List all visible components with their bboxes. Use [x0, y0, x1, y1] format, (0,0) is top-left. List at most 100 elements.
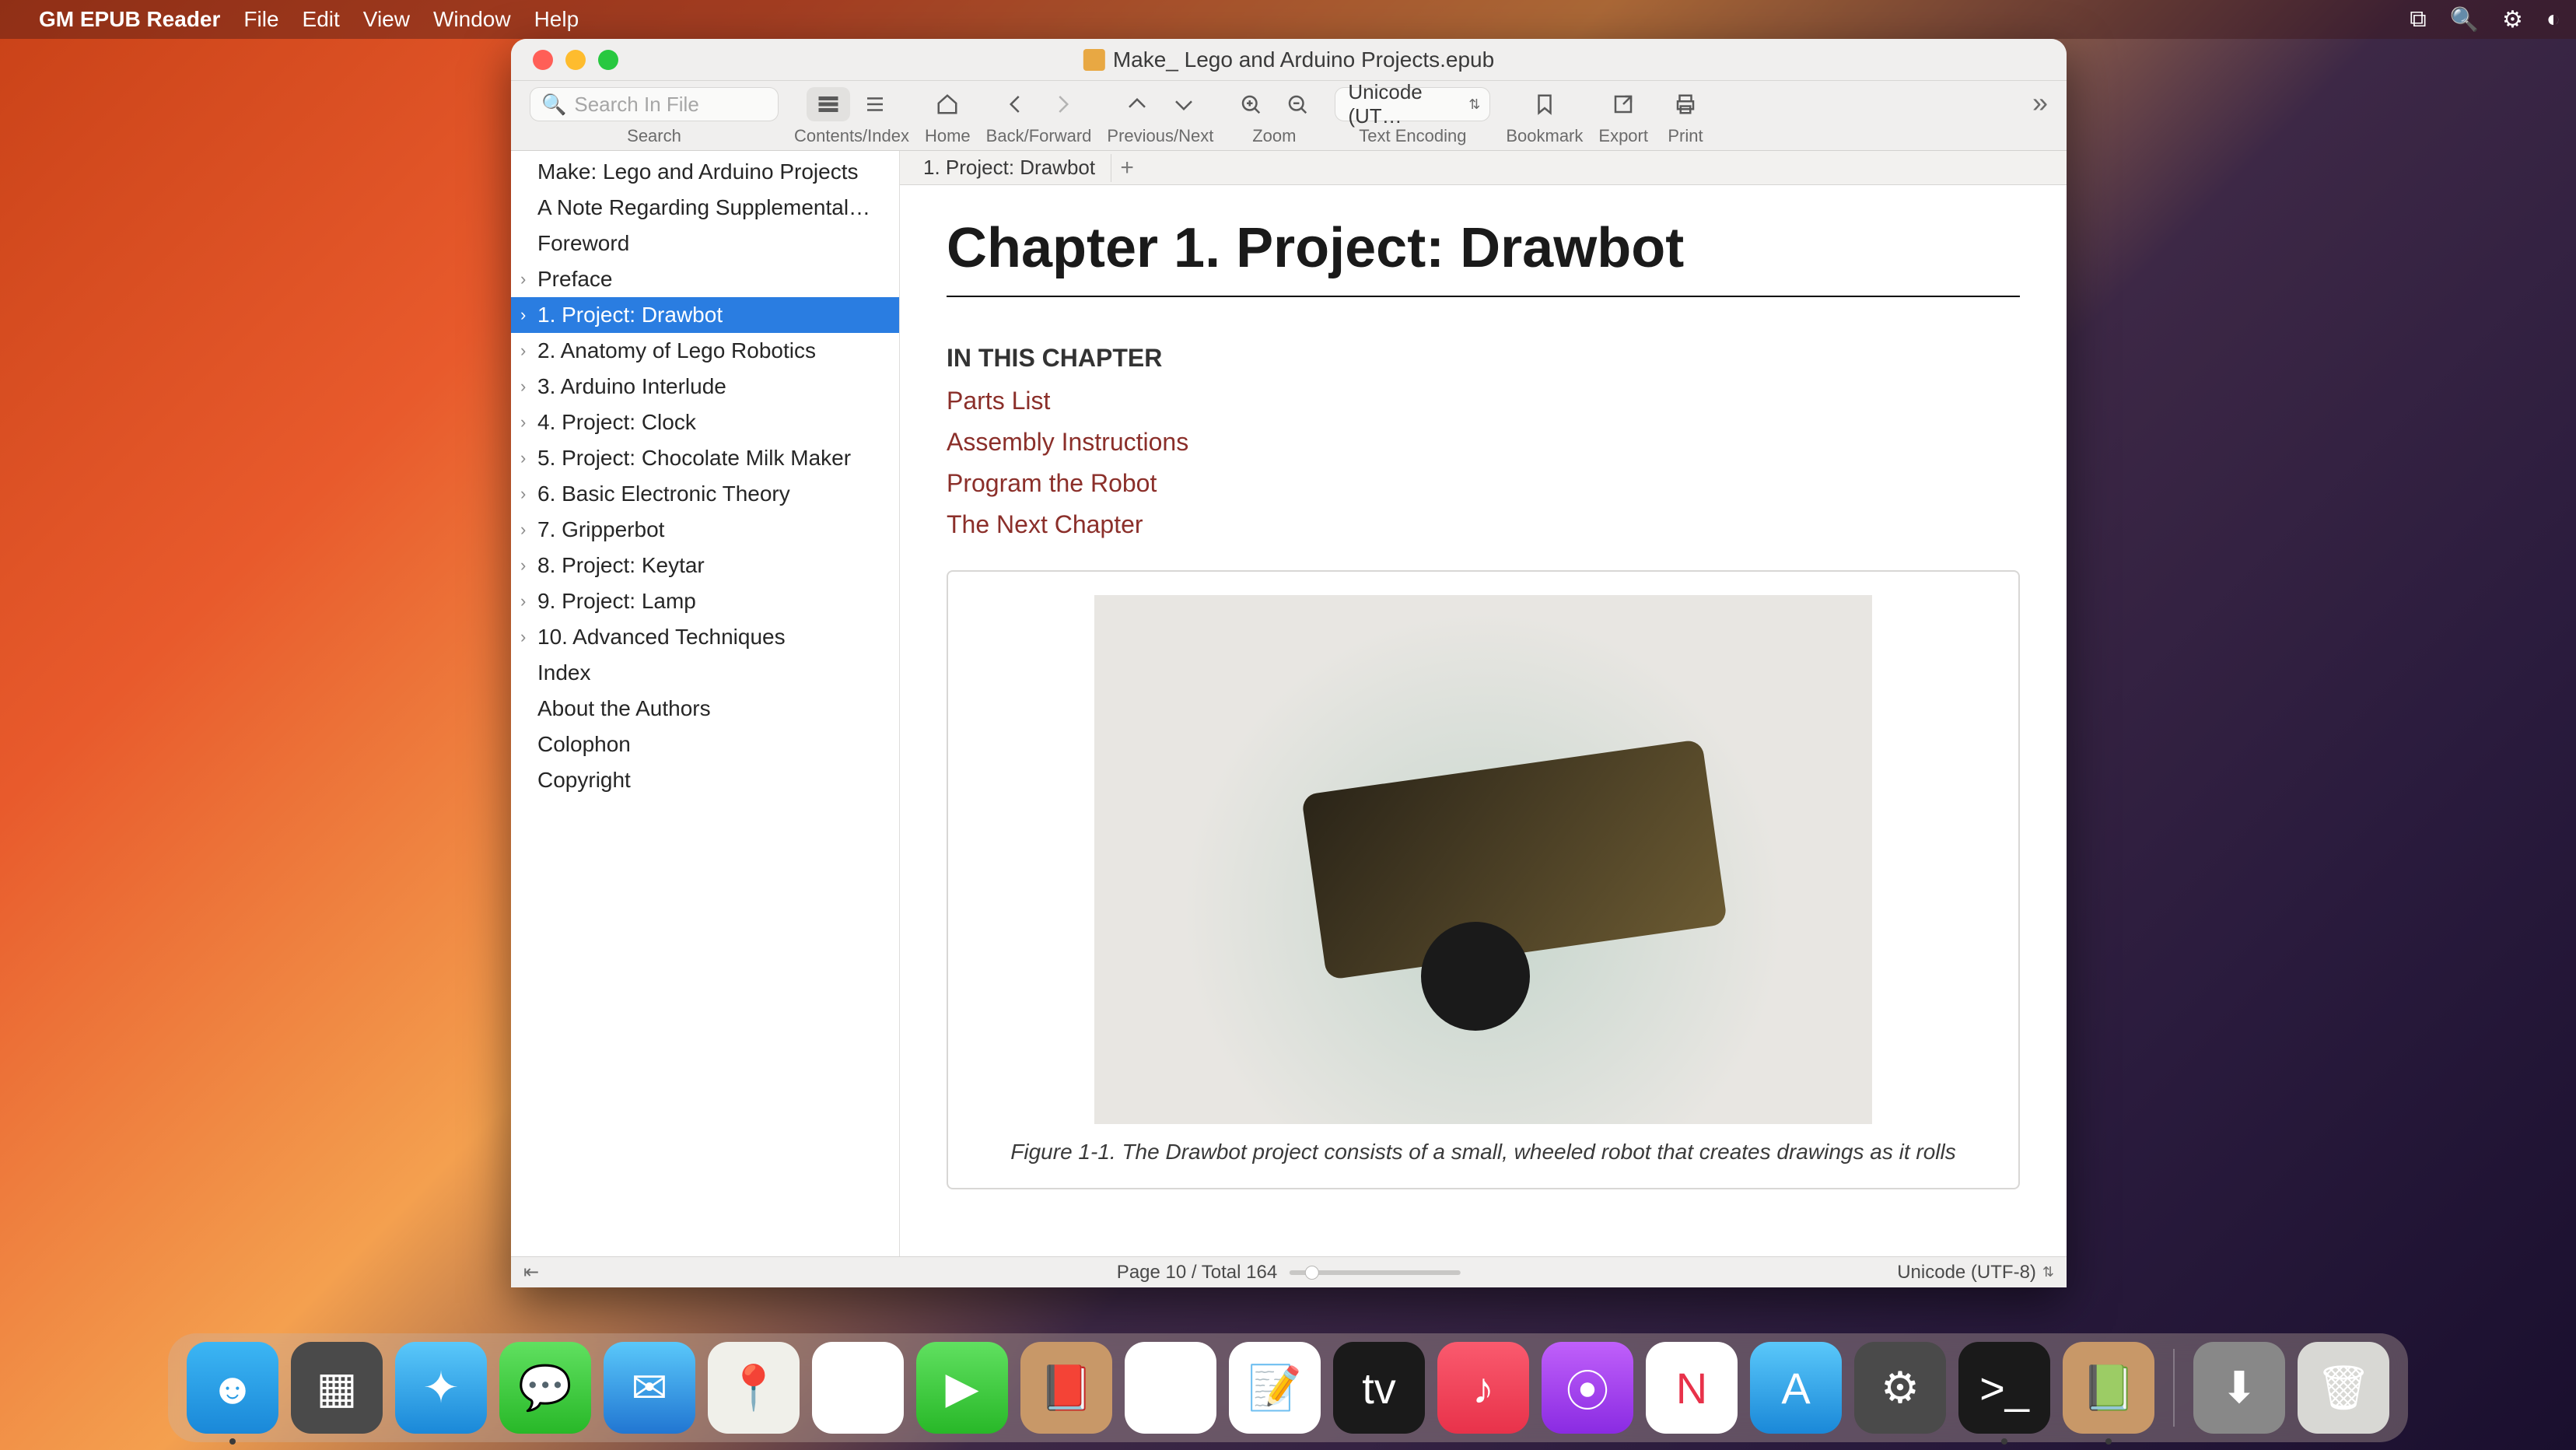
- chevron-right-icon[interactable]: ›: [520, 412, 526, 433]
- menubar: GM EPUB Reader File Edit View Window Hel…: [0, 0, 2576, 39]
- toc-item[interactable]: About the Authors: [511, 691, 899, 727]
- status-encoding-select[interactable]: Unicode (UTF-8) ⇅: [1897, 1262, 2054, 1284]
- menu-edit[interactable]: Edit: [303, 7, 340, 32]
- chevron-updown-icon: ⇅: [2042, 1264, 2054, 1280]
- dock-music[interactable]: ♪: [1437, 1342, 1529, 1434]
- toc-item[interactable]: › 4. Project: Clock: [511, 405, 899, 440]
- app-name[interactable]: GM EPUB Reader: [39, 7, 220, 32]
- menu-view[interactable]: View: [363, 7, 410, 32]
- home-label: Home: [925, 126, 971, 146]
- dock-maps[interactable]: 📍: [708, 1342, 800, 1434]
- toc-item[interactable]: ›8. Project: Keytar: [511, 548, 899, 583]
- chevron-right-icon[interactable]: ›: [520, 269, 526, 289]
- dock-terminal[interactable]: >_: [1958, 1342, 2050, 1434]
- toc-item[interactable]: ›2. Anatomy of Lego Robotics: [511, 333, 899, 369]
- toc-item[interactable]: ›10. Advanced Techniques: [511, 619, 899, 655]
- print-button[interactable]: [1664, 87, 1707, 121]
- dock-launchpad[interactable]: ▦: [291, 1342, 383, 1434]
- chevron-right-icon[interactable]: ›: [520, 341, 526, 361]
- content-link[interactable]: Assembly Instructions: [947, 428, 2020, 457]
- menu-window[interactable]: Window: [433, 7, 511, 32]
- screen-mirror-icon[interactable]: ⧉: [2410, 6, 2426, 33]
- chevron-right-icon[interactable]: ›: [520, 448, 526, 468]
- dock-epub-reader[interactable]: 📗: [2063, 1342, 2154, 1434]
- heading-rule: [947, 296, 2020, 297]
- toc-item[interactable]: ›9. Project: Lamp: [511, 583, 899, 619]
- search-input[interactable]: 🔍 Search In File: [530, 87, 779, 121]
- forward-button[interactable]: [1041, 87, 1084, 121]
- toc-item[interactable]: Index: [511, 655, 899, 691]
- close-button[interactable]: [533, 50, 553, 70]
- chevron-right-icon[interactable]: ›: [520, 555, 526, 576]
- figure-caption: Figure 1-1. The Drawbot project consists…: [971, 1140, 1995, 1165]
- toc-item[interactable]: Colophon: [511, 727, 899, 762]
- collapse-sidebar-button[interactable]: ⇤: [523, 1261, 539, 1284]
- zoom-out-button[interactable]: [1276, 87, 1319, 121]
- toc-item[interactable]: A Note Regarding Supplemental…: [511, 190, 899, 226]
- content-link[interactable]: Program the Robot: [947, 469, 2020, 498]
- toc-item[interactable]: Foreword: [511, 226, 899, 261]
- menu-file[interactable]: File: [243, 7, 278, 32]
- statusbar: ⇤ Page 10 / Total 164 Unicode (UTF-8) ⇅: [511, 1256, 2067, 1287]
- previous-button[interactable]: [1115, 87, 1159, 121]
- menu-help[interactable]: Help: [534, 7, 579, 32]
- dock-podcasts[interactable]: ⦿: [1542, 1342, 1633, 1434]
- dock-reminders[interactable]: ☰: [1125, 1342, 1216, 1434]
- toc-item[interactable]: ›Preface: [511, 261, 899, 297]
- toc-item[interactable]: Copyright: [511, 762, 899, 798]
- content-link[interactable]: The Next Chapter: [947, 510, 2020, 539]
- content-link[interactable]: Parts List: [947, 387, 2020, 415]
- page-slider[interactable]: [1290, 1270, 1461, 1275]
- toc-item-label: 4. Project: Clock: [537, 410, 696, 435]
- toc-item[interactable]: ›6. Basic Electronic Theory: [511, 476, 899, 512]
- add-tab-button[interactable]: +: [1111, 155, 1143, 181]
- toc-item-label: 5. Project: Chocolate Milk Maker: [537, 446, 851, 471]
- control-center-icon[interactable]: ⚙: [2502, 6, 2523, 33]
- spotlight-icon[interactable]: 🔍: [2450, 6, 2479, 33]
- section-title: IN THIS CHAPTER: [947, 344, 2020, 373]
- export-button[interactable]: [1601, 87, 1645, 121]
- zoom-in-button[interactable]: [1229, 87, 1272, 121]
- dock-photos[interactable]: ❀: [812, 1342, 904, 1434]
- tabbar: 1. Project: Drawbot +: [900, 151, 2067, 185]
- dock-mail[interactable]: ✉: [604, 1342, 695, 1434]
- dock-news[interactable]: N: [1646, 1342, 1738, 1434]
- toc-item[interactable]: Make: Lego and Arduino Projects: [511, 154, 899, 190]
- dock-appstore[interactable]: A: [1750, 1342, 1842, 1434]
- chevron-right-icon[interactable]: ›: [520, 377, 526, 397]
- maximize-button[interactable]: [598, 50, 618, 70]
- back-button[interactable]: [994, 87, 1038, 121]
- bookmark-button[interactable]: [1523, 87, 1566, 121]
- toc-item[interactable]: ›7. Gripperbot: [511, 512, 899, 548]
- dock-settings[interactable]: ⚙: [1854, 1342, 1946, 1434]
- toc-item[interactable]: › 5. Project: Chocolate Milk Maker: [511, 440, 899, 476]
- dock-downloads[interactable]: ⬇: [2193, 1342, 2285, 1434]
- index-button[interactable]: [853, 87, 897, 121]
- toc-sidebar: Make: Lego and Arduino ProjectsA Note Re…: [511, 151, 900, 1256]
- dock-safari[interactable]: ✦: [395, 1342, 487, 1434]
- dock-tv[interactable]: tv: [1333, 1342, 1425, 1434]
- document-icon: [1083, 49, 1105, 71]
- chevron-right-icon[interactable]: ›: [520, 520, 526, 540]
- dock-messages[interactable]: 💬: [499, 1342, 591, 1434]
- chevron-right-icon[interactable]: ›: [520, 591, 526, 611]
- dock-facetime[interactable]: ▶: [916, 1342, 1008, 1434]
- toolbar-overflow-button[interactable]: »: [2025, 86, 2056, 120]
- toc-item[interactable]: ›3. Arduino Interlude: [511, 369, 899, 405]
- next-button[interactable]: [1162, 87, 1206, 121]
- tab-drawbot[interactable]: 1. Project: Drawbot: [908, 154, 1111, 182]
- contents-button[interactable]: [807, 87, 850, 121]
- chevron-right-icon[interactable]: ›: [520, 627, 526, 647]
- content-view[interactable]: Chapter 1. Project: Drawbot IN THIS CHAP…: [900, 185, 2067, 1256]
- dock-trash[interactable]: 🗑: [2298, 1342, 2389, 1434]
- siri-icon[interactable]: ◐: [2546, 6, 2560, 33]
- chevron-right-icon[interactable]: ›: [520, 305, 526, 325]
- chevron-right-icon[interactable]: ›: [520, 484, 526, 504]
- dock-contacts[interactable]: 📕: [1020, 1342, 1112, 1434]
- toc-item[interactable]: ›1. Project: Drawbot: [511, 297, 899, 333]
- dock-finder[interactable]: ☻: [187, 1342, 278, 1434]
- encoding-select[interactable]: Unicode (UT… ⇅: [1335, 87, 1490, 121]
- minimize-button[interactable]: [565, 50, 586, 70]
- dock-notes[interactable]: 📝: [1229, 1342, 1321, 1434]
- home-button[interactable]: [926, 87, 969, 121]
